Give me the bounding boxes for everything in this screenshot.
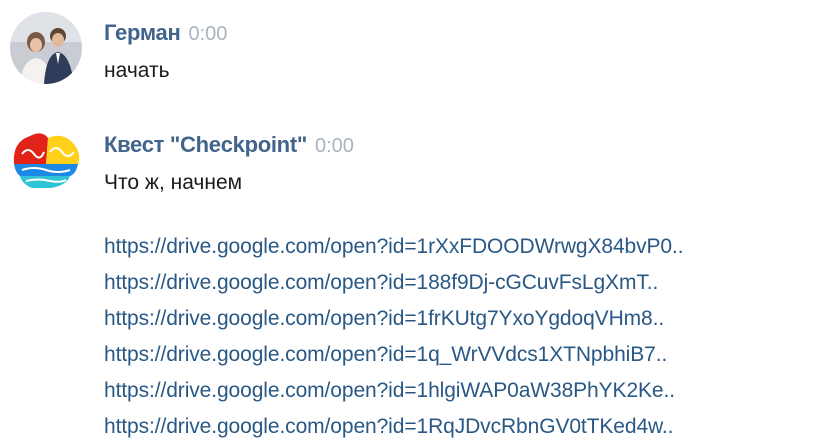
link-list: https://drive.google.com/open?id=1rXxFDO… xyxy=(104,229,684,445)
message-time[interactable]: 0:00 xyxy=(188,23,227,45)
couple-photo-avatar-icon xyxy=(10,12,82,84)
message-time[interactable]: 0:00 xyxy=(315,135,354,157)
avatar[interactable] xyxy=(10,124,82,196)
list-item: https://drive.google.com/open?id=1RqJDvc… xyxy=(104,409,683,445)
avatar[interactable] xyxy=(10,12,82,84)
list-item: https://drive.google.com/open?id=1rXxFDO… xyxy=(104,229,684,265)
list-item: https://drive.google.com/open?id=188f9Dj… xyxy=(104,265,683,301)
message-text: Что ж, начнем xyxy=(104,171,243,194)
list-item: https://drive.google.com/open?id=1hlgiWA… xyxy=(104,373,683,409)
drive-link[interactable]: https://drive.google.com/open?id=1RqJDvc… xyxy=(104,415,674,438)
colorful-brain-logo-icon xyxy=(10,124,82,196)
author-name[interactable]: Квест "Checkpoint" xyxy=(104,132,307,157)
message-header: Герман 0:00 xyxy=(104,20,227,46)
author-name[interactable]: Герман xyxy=(104,20,181,45)
list-item: https://drive.google.com/open?id=1q_WrVV… xyxy=(104,337,683,373)
drive-link[interactable]: https://drive.google.com/open?id=1rXxFDO… xyxy=(104,235,684,258)
drive-link[interactable]: https://drive.google.com/open?id=188f9Dj… xyxy=(104,271,658,294)
message-text: начать xyxy=(104,59,170,82)
drive-link[interactable]: https://drive.google.com/open?id=1frKUtg… xyxy=(104,307,664,330)
drive-link[interactable]: https://drive.google.com/open?id=1hlgiWA… xyxy=(104,379,675,402)
list-item: https://drive.google.com/open?id=1frKUtg… xyxy=(104,301,683,337)
drive-link[interactable]: https://drive.google.com/open?id=1q_WrVV… xyxy=(104,343,667,366)
message-header: Квест "Checkpoint" 0:00 xyxy=(104,132,354,158)
